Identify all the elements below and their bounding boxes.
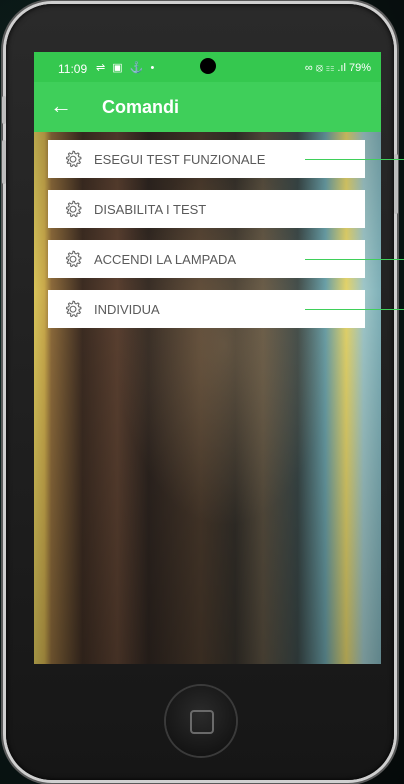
command-label: ESEGUI TEST FUNZIONALE [94,152,266,167]
gear-icon [65,200,82,218]
gear-icon [65,250,82,268]
command-label: INDIVIDUA [94,302,160,317]
home-button[interactable] [166,686,236,756]
gear-icon [65,150,82,168]
notification-icons: ⇌ ▣ ⚓ • [96,62,157,74]
status-time: 11:09 [58,62,88,76]
back-arrow-icon[interactable]: ← [50,93,72,119]
status-bar: 11:09 ⇌ ▣ ⚓ • ∞ ⦻ ☷ .ıl 79% [34,52,381,82]
front-camera [200,58,216,74]
command-label: DISABILITA I TEST [94,202,207,217]
command-label: ACCENDI LA LAMPADA [94,252,237,267]
page-title: Comandi [102,97,180,117]
app-bar: ← Comandi [34,82,381,132]
phone-screen: 11:09 ⇌ ▣ ⚓ • ∞ ⦻ ☷ .ıl 79% ← Comandi ES… [34,52,381,664]
power-button [394,154,398,214]
annotation-pointer-line [305,309,404,310]
annotation-pointer-line [305,259,404,260]
command-disable-tests[interactable]: DISABILITA I TEST [48,190,365,228]
gear-icon [65,300,82,318]
status-right-info: ∞ ⦻ ☷ .ıl 79% [304,62,371,74]
volume-button [2,140,6,184]
volume-button [2,96,6,124]
home-square-icon [190,710,214,734]
annotation-pointer-line [305,159,404,160]
